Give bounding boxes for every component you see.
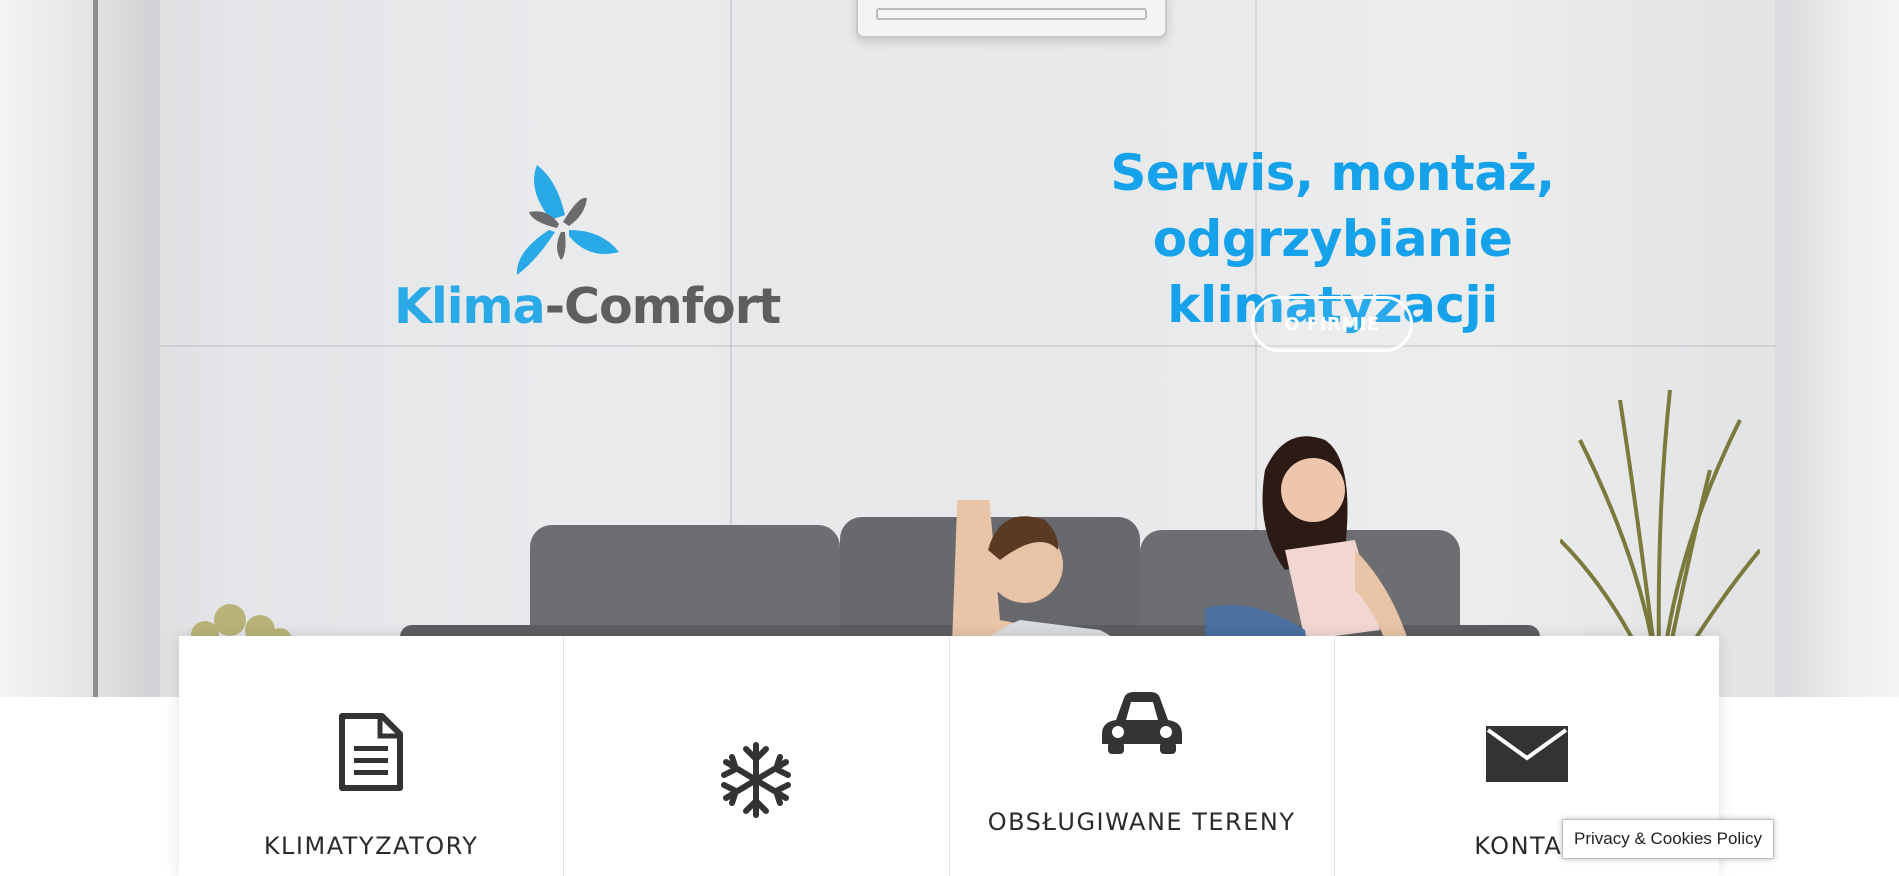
snowflake-icon: [721, 742, 792, 818]
envelope-icon: [1485, 726, 1568, 782]
hero-headline-line1: Serwis, montaż, odgrzybianie: [1110, 144, 1555, 268]
logo-text-comfort: -Comfort: [544, 278, 782, 335]
wall-seam: [160, 345, 1800, 347]
hero-wall-left: [0, 0, 160, 697]
feature-card-cooling[interactable]: [564, 636, 950, 876]
fan-logo-icon: [516, 165, 619, 275]
privacy-cookies-policy-button[interactable]: Privacy & Cookies Policy: [1562, 819, 1774, 859]
document-icon: [339, 713, 404, 791]
hero-banner: Klima-Comfort Serwis, montaż, odgrzybian…: [0, 0, 1899, 697]
air-conditioner-illustration: [856, 0, 1167, 38]
hero-wall-right: [1775, 0, 1899, 697]
site-logo[interactable]: Klima-Comfort: [392, 160, 781, 340]
about-company-button[interactable]: O FIRMIE: [1251, 296, 1413, 352]
feature-label: KLIMATYZATORY: [263, 832, 479, 860]
logo-wordmark: Klima-Comfort: [394, 278, 782, 335]
logo-text-klima: Klima: [394, 278, 546, 335]
hero-pipe: [93, 0, 98, 697]
feature-card-air-conditioners[interactable]: KLIMATYZATORY: [179, 636, 565, 876]
feature-label: OBSŁUGIWANE TERENY: [987, 808, 1296, 836]
car-icon: [1101, 692, 1182, 754]
features-bar: KLIMATYZATORY OBSŁUGIWANE TERENY KONTAK: [179, 636, 1719, 876]
feature-card-service-areas[interactable]: OBSŁUGIWANE TERENY: [950, 636, 1335, 876]
